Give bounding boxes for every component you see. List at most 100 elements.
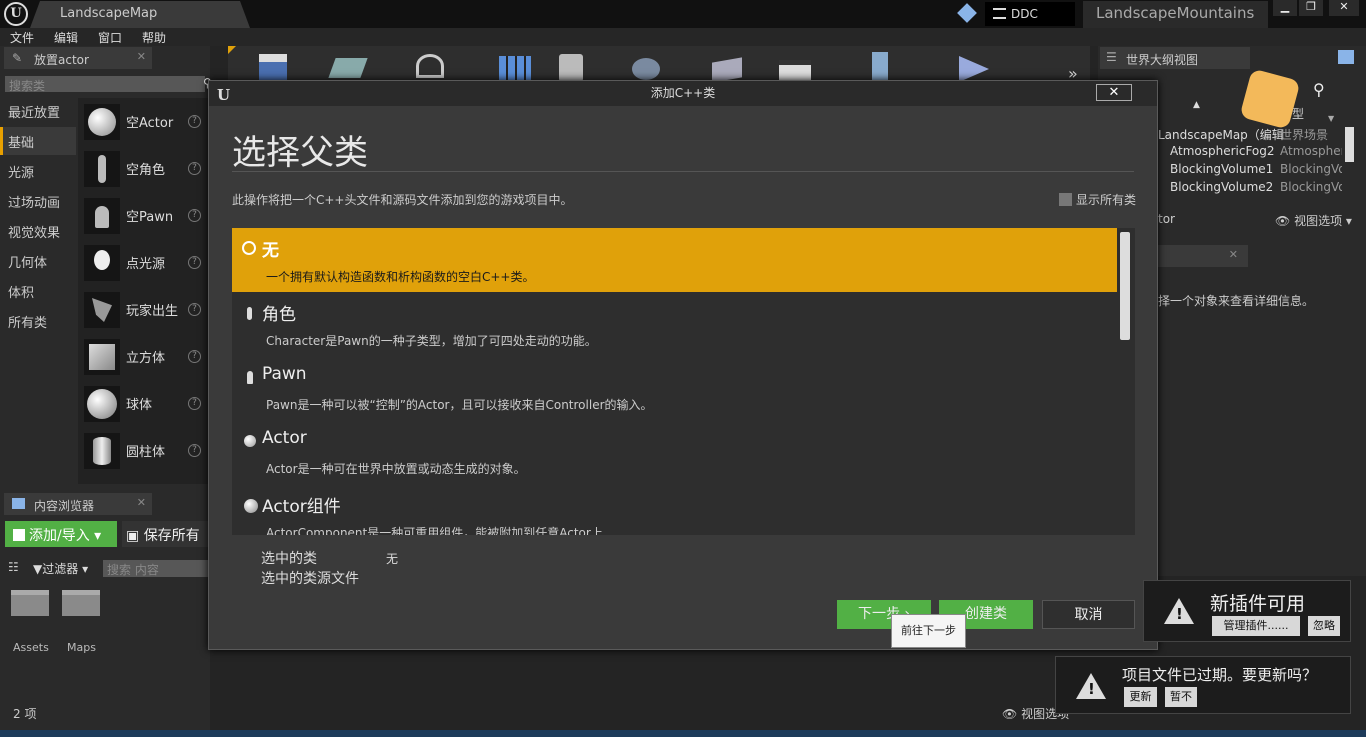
checkbox-icon	[1059, 193, 1072, 206]
class-option-character[interactable]: 角色 Character是Pawn的一种子类型，增加了可四处走动的功能。	[232, 292, 1117, 356]
help-icon[interactable]: ?	[188, 115, 201, 128]
add-tab-icon[interactable]	[1338, 50, 1354, 64]
launch-icon[interactable]	[862, 50, 898, 80]
ignore-button[interactable]: 忽略	[1308, 616, 1340, 636]
show-all-classes-checkbox[interactable]: 显示所有类	[1059, 191, 1136, 208]
category-geometry[interactable]: 几何体	[0, 247, 76, 275]
menu-file[interactable]: 文件	[10, 29, 34, 46]
player-start-thumb-icon	[84, 292, 120, 328]
category-visual-effects[interactable]: 视觉效果	[0, 217, 76, 245]
category-all-classes[interactable]: 所有类	[0, 307, 76, 335]
selected-source-label: 选中的类源文件	[261, 571, 359, 587]
level-tab[interactable]: LandscapeMap	[30, 1, 250, 28]
class-option-pawn[interactable]: Pawn Pawn是一种可以被“控制”的Actor，且可以接收来自Control…	[232, 356, 1117, 420]
help-icon[interactable]: ?	[188, 444, 201, 457]
sphere-thumb-icon	[84, 104, 120, 140]
menu-window[interactable]: 窗口	[98, 29, 122, 46]
content-browser-tab[interactable]: 内容浏览器 ✕	[4, 493, 152, 515]
help-icon[interactable]: ?	[188, 256, 201, 269]
help-icon[interactable]: ?	[188, 303, 201, 316]
source-control-toolbar-icon[interactable]	[328, 50, 368, 80]
actor-item-player-start[interactable]: 玩家出生?	[80, 288, 208, 333]
close-tab-icon[interactable]: ✕	[1229, 248, 1238, 261]
class-option-actor-component[interactable]: Actor组件 ActorComponent是一种可重用组件，能被附加到任意Ac…	[232, 484, 1117, 535]
build-gear-icon[interactable]	[628, 50, 664, 80]
help-icon[interactable]: ?	[188, 397, 201, 410]
folder-label: Assets	[13, 641, 49, 654]
dialog-description: 此操作将把一个C++头文件和源码文件添加到您的游戏项目中。	[232, 193, 573, 207]
outliner-view-options[interactable]: 👁 视图选项 ▾	[1275, 212, 1352, 229]
not-now-button[interactable]: 暂不	[1165, 687, 1197, 707]
actor-item-empty-actor[interactable]: 空Actor?	[80, 100, 208, 145]
sort-ascending-icon[interactable]: ▲	[1193, 100, 1200, 110]
save-all-button[interactable]: ▣ 保存所有	[122, 521, 208, 547]
unreal-logo-icon: U	[217, 86, 231, 104]
save-icon[interactable]	[255, 50, 291, 80]
actor-item-sphere[interactable]: 球体?	[80, 382, 208, 427]
type-dropdown-icon[interactable]: ▼	[1328, 114, 1334, 123]
type-column-header[interactable]: 型	[1292, 105, 1304, 122]
update-button[interactable]: 更新	[1124, 687, 1157, 707]
content-search-input[interactable]: 搜索 内容	[103, 560, 208, 577]
actor-item-point-light[interactable]: 点光源?	[80, 241, 208, 286]
compile-icon[interactable]	[708, 50, 744, 83]
play-icon[interactable]	[955, 50, 991, 82]
outliner-row[interactable]: LandscapeMap（编辑 世界场景	[1158, 126, 1328, 143]
folder-icon[interactable]	[62, 590, 100, 616]
unreal-logo-icon[interactable]: U	[4, 2, 28, 26]
dialog-title-bar: U 添加C++类	[209, 81, 1157, 106]
actor-item-empty-pawn[interactable]: 空Pawn?	[80, 194, 208, 239]
folder-icon[interactable]	[11, 590, 49, 616]
world-outliner-tab[interactable]: ☰ 世界大纲视图	[1100, 47, 1250, 69]
filters-button[interactable]: ▼过滤器 ▾	[33, 560, 88, 577]
help-icon[interactable]: ?	[188, 209, 201, 222]
close-tab-icon[interactable]: ✕	[137, 50, 146, 63]
class-option-none[interactable]: 无 一个拥有默认构造函数和析构函数的空白C++类。	[232, 228, 1117, 292]
help-icon[interactable]: ?	[188, 350, 201, 363]
actor-item-cube[interactable]: 立方体?	[80, 335, 208, 380]
category-basic[interactable]: 基础	[0, 127, 76, 155]
category-recent[interactable]: 最近放置	[0, 97, 76, 125]
actor-item-cylinder[interactable]: 圆柱体?	[80, 429, 208, 474]
menu-edit[interactable]: 编辑	[54, 29, 78, 46]
class-list-scrollbar[interactable]	[1120, 232, 1130, 340]
details-tab[interactable]: ✕	[1158, 245, 1248, 267]
parent-class-list: 无 一个拥有默认构造函数和析构函数的空白C++类。 角色 Character是P…	[232, 228, 1135, 535]
help-icon[interactable]: ?	[188, 162, 201, 175]
sphere-icon	[244, 435, 256, 447]
place-actor-tab[interactable]: ✎ 放置actor ✕	[4, 47, 152, 69]
outliner-scrollbar[interactable]	[1345, 127, 1354, 162]
actor-count: tor	[1158, 212, 1175, 226]
minimize-button[interactable]: ▁	[1273, 0, 1297, 16]
matinee-icon[interactable]	[555, 50, 591, 82]
outliner-row[interactable]: AtmosphericFog2 Atmospheric	[1170, 144, 1342, 158]
plugin-notification: ! 新插件可用 管理插件...... 忽略	[1143, 580, 1351, 642]
filter-icon: ▼	[33, 562, 43, 576]
close-tab-icon[interactable]: ✕	[137, 496, 146, 509]
actor-item-empty-character[interactable]: 空角色?	[80, 147, 208, 192]
menu-help[interactable]: 帮助	[142, 29, 166, 46]
cinematics-clapper-icon[interactable]	[777, 50, 813, 80]
outliner-search-icon[interactable]: ⚲	[1313, 80, 1325, 99]
component-icon	[244, 499, 258, 513]
dialog-heading: 选择父类	[232, 133, 368, 173]
blueprints-grid-icon[interactable]	[497, 50, 533, 80]
folder-tree-icon[interactable]: ☷	[8, 560, 19, 574]
cancel-button[interactable]: 取消	[1042, 600, 1135, 629]
maximize-button[interactable]: ❐	[1299, 0, 1323, 16]
category-volumes[interactable]: 体积	[0, 277, 76, 305]
eye-icon: 👁	[1002, 707, 1018, 721]
category-cinematic[interactable]: 过场动画	[0, 187, 76, 215]
manage-plugins-button[interactable]: 管理插件......	[1212, 616, 1300, 636]
class-search-input[interactable]: 搜索类	[5, 76, 205, 93]
category-lights[interactable]: 光源	[0, 157, 76, 185]
ddc-indicator[interactable]: DDC	[985, 2, 1075, 26]
close-window-button[interactable]: ✕	[1329, 0, 1359, 16]
dialog-close-button[interactable]: ✕	[1096, 84, 1132, 101]
outliner-list-icon: ☰	[1106, 50, 1117, 64]
outliner-row[interactable]: BlockingVolume1 BlockingVol	[1170, 162, 1342, 176]
settings-tools-icon[interactable]	[412, 50, 448, 80]
class-option-actor[interactable]: Actor Actor是一种可在世界中放置或动态生成的对象。	[232, 420, 1117, 484]
outliner-row[interactable]: BlockingVolume2 BlockingVol	[1170, 180, 1342, 194]
add-import-button[interactable]: 添加/导入 ▾	[5, 521, 117, 547]
